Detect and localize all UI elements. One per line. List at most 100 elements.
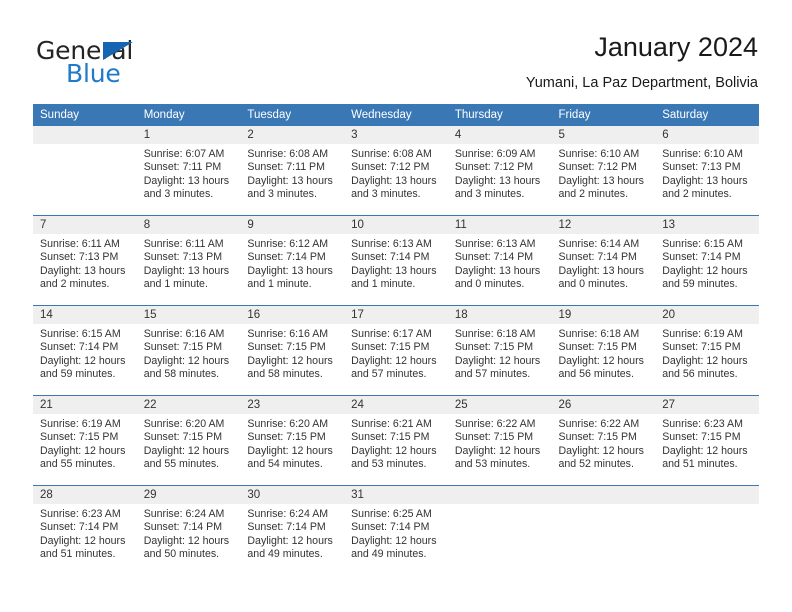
calendar-day-cell[interactable]: 12 Sunrise: 6:14 AM Sunset: 7:14 PM Dayligh… xyxy=(551,215,656,306)
daylight-text-line1: Daylight: 12 hours xyxy=(247,444,333,457)
day-number: 3 xyxy=(344,126,448,144)
sunset-text: Sunset: 7:13 PM xyxy=(143,251,223,264)
calendar-day-cell[interactable]: 19 Sunrise: 6:18 AM Sunset: 7:15 PM Dayligh… xyxy=(551,305,656,396)
daylight-text-line2: and 58 minutes. xyxy=(143,368,220,381)
day-cell-inner: 27 Sunrise: 6:23 AM Sunset: 7:15 PM Dayligh… xyxy=(655,396,759,485)
day-cell-inner xyxy=(551,486,656,575)
sunset-text: Sunset: 7:11 PM xyxy=(143,161,222,174)
sunset-text: Sunset: 7:14 PM xyxy=(351,251,430,264)
sunset-text: Sunset: 7:14 PM xyxy=(247,521,326,534)
calendar-cell-empty xyxy=(33,126,137,216)
calendar-day-cell[interactable]: 25 Sunrise: 6:22 AM Sunset: 7:15 PM Dayligh… xyxy=(447,395,552,486)
calendar-day-cell[interactable]: 30 Sunrise: 6:24 AM Sunset: 7:14 PM Dayligh… xyxy=(240,485,345,575)
weekday-header-thursday: Thursday xyxy=(447,104,552,126)
calendar-day-cell[interactable]: 18 Sunrise: 6:18 AM Sunset: 7:15 PM Dayligh… xyxy=(447,305,552,396)
calendar-day-cell[interactable]: 11 Sunrise: 6:13 AM Sunset: 7:14 PM Dayligh… xyxy=(447,215,552,306)
day-cell-inner: 3 Sunrise: 6:08 AM Sunset: 7:12 PM Daylight… xyxy=(344,126,448,215)
calendar-day-cell[interactable]: 28 Sunrise: 6:23 AM Sunset: 7:14 PM Dayligh… xyxy=(33,485,137,575)
sunrise-text: Sunrise: 6:08 AM xyxy=(247,148,329,160)
calendar-day-cell[interactable]: 26 Sunrise: 6:22 AM Sunset: 7:15 PM Dayligh… xyxy=(551,395,656,486)
day-number: 16 xyxy=(240,306,345,324)
calendar-day-cell[interactable]: 4 Sunrise: 6:09 AM Sunset: 7:12 PM Daylight… xyxy=(447,126,552,216)
calendar-day-cell[interactable]: 5 Sunrise: 6:10 AM Sunset: 7:12 PM Daylight… xyxy=(551,126,656,216)
calendar-day-cell[interactable]: 2 Sunrise: 6:08 AM Sunset: 7:11 PM Daylight… xyxy=(240,126,345,216)
day-details: Sunrise: 6:19 AM Sunset: 7:15 PM Daylight:… xyxy=(33,414,137,472)
daylight-text-line1: Daylight: 12 hours xyxy=(247,354,333,367)
daylight-text-line2: and 1 minute. xyxy=(351,278,416,291)
day-number: 6 xyxy=(655,126,759,144)
daylight-text-line1: Daylight: 12 hours xyxy=(40,534,126,547)
sunrise-text: Sunrise: 6:13 AM xyxy=(351,238,432,250)
day-cell-inner: 10 Sunrise: 6:13 AM Sunset: 7:14 PM Dayligh… xyxy=(344,216,448,305)
sunset-text: Sunset: 7:12 PM xyxy=(454,161,534,174)
calendar-day-cell[interactable]: 9 Sunrise: 6:12 AM Sunset: 7:14 PM Daylight… xyxy=(240,215,345,306)
sunrise-text: Sunrise: 6:16 AM xyxy=(143,328,225,340)
day-details: Sunrise: 6:07 AM Sunset: 7:11 PM Daylight:… xyxy=(137,144,241,202)
day-cell-inner: 14 Sunrise: 6:15 AM Sunset: 7:14 PM Dayligh… xyxy=(33,306,137,395)
day-cell-inner: 25 Sunrise: 6:22 AM Sunset: 7:15 PM Dayligh… xyxy=(447,396,552,485)
daylight-text-line2: and 1 minute. xyxy=(143,278,208,291)
weekday-header-monday: Monday xyxy=(136,104,241,126)
sunrise-text: Sunrise: 6:18 AM xyxy=(454,328,536,340)
sunset-text: Sunset: 7:15 PM xyxy=(454,341,534,354)
daylight-text-line2: and 53 minutes. xyxy=(351,458,427,471)
day-details: Sunrise: 6:25 AM Sunset: 7:14 PM Daylight:… xyxy=(344,504,448,562)
calendar-day-cell[interactable]: 29 Sunrise: 6:24 AM Sunset: 7:14 PM Dayligh… xyxy=(136,485,241,575)
day-cell-inner xyxy=(33,126,137,215)
sunset-text: Sunset: 7:15 PM xyxy=(143,341,223,354)
day-details: Sunrise: 6:08 AM Sunset: 7:11 PM Daylight:… xyxy=(240,144,344,202)
calendar-day-cell[interactable]: 21 Sunrise: 6:19 AM Sunset: 7:15 PM Dayligh… xyxy=(33,395,137,486)
page-subtitle: Yumani, La Paz Department, Bolivia xyxy=(525,75,758,91)
sunrise-text: Sunrise: 6:19 AM xyxy=(40,418,121,430)
sunset-text: Sunset: 7:15 PM xyxy=(247,431,326,444)
daylight-text-line2: and 3 minutes. xyxy=(143,188,214,201)
sunrise-text: Sunrise: 6:13 AM xyxy=(454,238,536,250)
calendar-day-cell[interactable]: 24 Sunrise: 6:21 AM Sunset: 7:15 PM Dayligh… xyxy=(344,395,448,486)
daylight-text-line2: and 56 minutes. xyxy=(662,368,738,381)
calendar-day-cell[interactable]: 3 Sunrise: 6:08 AM Sunset: 7:12 PM Daylight… xyxy=(344,126,448,216)
calendar-day-cell[interactable]: 16 Sunrise: 6:16 AM Sunset: 7:15 PM Dayligh… xyxy=(240,305,345,396)
day-cell-inner xyxy=(447,486,552,575)
day-number: 21 xyxy=(33,396,137,414)
calendar-day-cell[interactable]: 27 Sunrise: 6:23 AM Sunset: 7:15 PM Dayligh… xyxy=(655,395,759,486)
calendar-cell-empty xyxy=(655,485,759,575)
day-details: Sunrise: 6:11 AM Sunset: 7:13 PM Daylight:… xyxy=(137,234,241,292)
calendar-day-cell[interactable]: 1 Sunrise: 6:07 AM Sunset: 7:11 PM Daylight… xyxy=(136,126,241,216)
daylight-text-line1: Daylight: 13 hours xyxy=(662,174,748,187)
calendar-day-cell[interactable]: 22 Sunrise: 6:20 AM Sunset: 7:15 PM Dayligh… xyxy=(136,395,241,486)
daylight-text-line2: and 57 minutes. xyxy=(351,368,427,381)
calendar-day-cell[interactable]: 7 Sunrise: 6:11 AM Sunset: 7:13 PM Daylight… xyxy=(33,215,137,306)
calendar-day-cell[interactable]: 15 Sunrise: 6:16 AM Sunset: 7:15 PM Dayligh… xyxy=(136,305,241,396)
calendar-day-cell[interactable]: 23 Sunrise: 6:20 AM Sunset: 7:15 PM Dayligh… xyxy=(240,395,345,486)
sunrise-text: Sunrise: 6:15 AM xyxy=(662,238,743,250)
daylight-text-line1: Daylight: 13 hours xyxy=(40,264,126,277)
day-details: Sunrise: 6:15 AM Sunset: 7:14 PM Daylight:… xyxy=(33,324,137,382)
day-cell-inner: 4 Sunrise: 6:09 AM Sunset: 7:12 PM Daylight… xyxy=(447,126,552,215)
day-number xyxy=(655,486,759,504)
day-details: Sunrise: 6:15 AM Sunset: 7:14 PM Daylight:… xyxy=(655,234,759,292)
calendar-day-cell[interactable]: 13 Sunrise: 6:15 AM Sunset: 7:14 PM Dayligh… xyxy=(655,215,759,306)
sunrise-text: Sunrise: 6:22 AM xyxy=(558,418,640,430)
calendar-day-cell[interactable]: 17 Sunrise: 6:17 AM Sunset: 7:15 PM Dayligh… xyxy=(344,305,448,396)
day-number: 9 xyxy=(240,216,345,234)
sunset-text: Sunset: 7:15 PM xyxy=(351,341,430,354)
day-number: 17 xyxy=(344,306,448,324)
day-number: 18 xyxy=(447,306,552,324)
daylight-text-line1: Daylight: 12 hours xyxy=(143,444,230,457)
calendar-day-cell[interactable]: 6 Sunrise: 6:10 AM Sunset: 7:13 PM Daylight… xyxy=(655,126,759,216)
calendar-day-cell[interactable]: 14 Sunrise: 6:15 AM Sunset: 7:14 PM Dayligh… xyxy=(33,305,137,396)
day-details: Sunrise: 6:22 AM Sunset: 7:15 PM Daylight:… xyxy=(552,414,656,472)
day-details: Sunrise: 6:13 AM Sunset: 7:14 PM Daylight:… xyxy=(448,234,552,292)
calendar-day-cell[interactable]: 31 Sunrise: 6:25 AM Sunset: 7:14 PM Dayligh… xyxy=(344,485,448,575)
generalblue-logo[interactable]: General Blue xyxy=(36,37,236,89)
sunrise-text: Sunrise: 6:18 AM xyxy=(558,328,640,340)
calendar-day-cell[interactable]: 10 Sunrise: 6:13 AM Sunset: 7:14 PM Dayligh… xyxy=(344,215,448,306)
daylight-text-line2: and 3 minutes. xyxy=(351,188,421,201)
day-number: 7 xyxy=(33,216,137,234)
daylight-text-line1: Daylight: 13 hours xyxy=(143,264,230,277)
calendar-day-cell[interactable]: 20 Sunrise: 6:19 AM Sunset: 7:15 PM Dayligh… xyxy=(655,305,759,396)
sunset-text: Sunset: 7:15 PM xyxy=(40,431,119,444)
daylight-text-line1: Daylight: 12 hours xyxy=(143,534,230,547)
daylight-text-line1: Daylight: 13 hours xyxy=(558,264,644,277)
calendar-day-cell[interactable]: 8 Sunrise: 6:11 AM Sunset: 7:13 PM Daylight… xyxy=(136,215,241,306)
